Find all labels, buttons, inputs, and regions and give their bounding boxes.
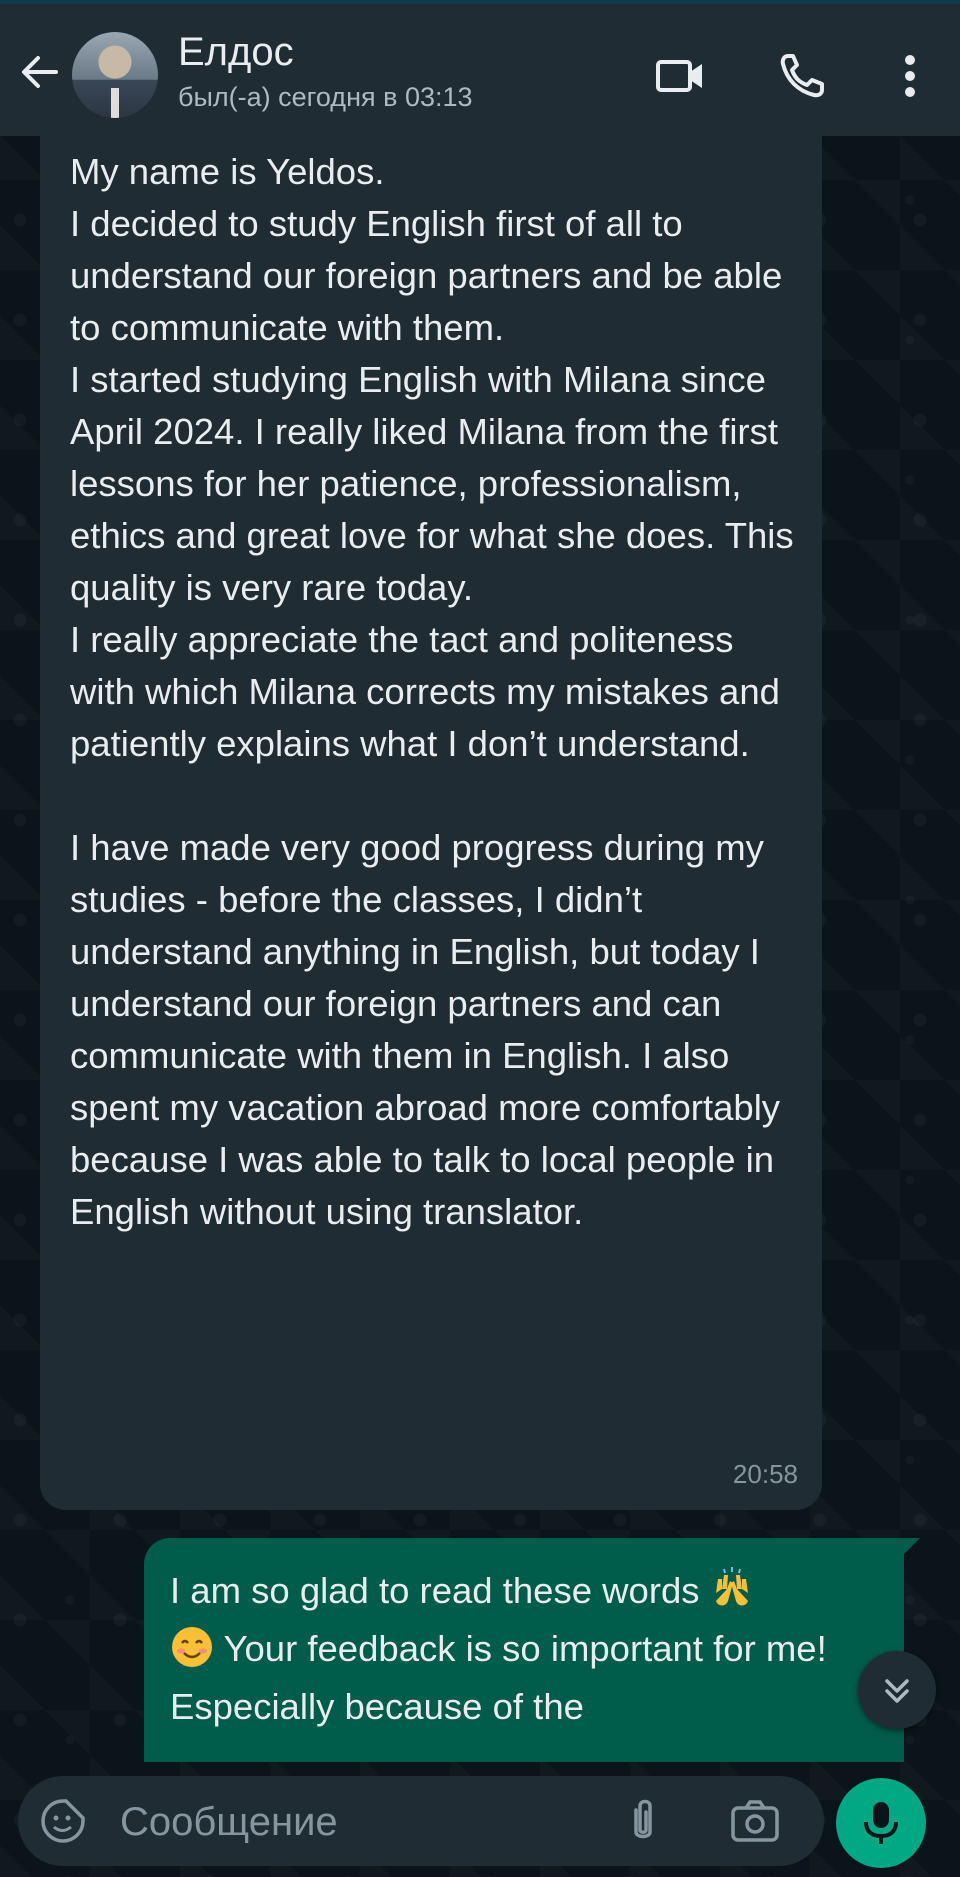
- message-input[interactable]: [118, 1794, 522, 1850]
- smiling-face-emoji-icon: [170, 1625, 214, 1669]
- back-arrow-icon[interactable]: [16, 48, 64, 96]
- microphone-button[interactable]: [836, 1778, 926, 1868]
- video-call-icon[interactable]: [652, 48, 708, 104]
- more-menu-icon[interactable]: [882, 48, 938, 104]
- outgoing-message-bubble[interactable]: I am so glad to read these words Your fe…: [144, 1538, 920, 1762]
- outgoing-message-text: I am so glad to read these words Your fe…: [170, 1562, 874, 1736]
- last-seen-status: был(-а) сегодня в 03:13: [178, 82, 473, 112]
- chat-header: Елдос был(-а) сегодня в 03:13: [0, 4, 960, 136]
- incoming-message-bubble[interactable]: My name is Yeldos. I decided to study En…: [40, 136, 822, 1510]
- phone-call-icon[interactable]: [774, 48, 830, 104]
- scroll-to-bottom-button[interactable]: [858, 1651, 936, 1729]
- microphone-icon: [864, 1802, 898, 1844]
- paperclip-attach-icon[interactable]: [618, 1796, 668, 1846]
- contact-avatar[interactable]: [72, 32, 158, 118]
- camera-icon[interactable]: [728, 1796, 782, 1846]
- bubble-tail: [902, 1538, 920, 1556]
- outgoing-text-part1: I am so glad to read these words: [170, 1570, 710, 1611]
- emoji-sticker-icon[interactable]: [38, 1796, 88, 1846]
- contact-name: Елдос: [178, 30, 294, 74]
- message-composer: [18, 1776, 824, 1866]
- outgoing-text-part2: Your feedback is so important for me! Es…: [170, 1628, 837, 1727]
- raising-hands-emoji-icon: [710, 1567, 754, 1611]
- message-text: My name is Yeldos. I decided to study En…: [70, 151, 794, 1232]
- contact-info[interactable]: Елдос был(-а) сегодня в 03:13: [178, 28, 473, 116]
- message-timestamp: 20:58: [732, 1459, 798, 1489]
- chat-screen: Елдос был(-а) сегодня в 03:13 My name is…: [0, 0, 960, 1877]
- double-chevron-down-icon: [885, 1679, 909, 1703]
